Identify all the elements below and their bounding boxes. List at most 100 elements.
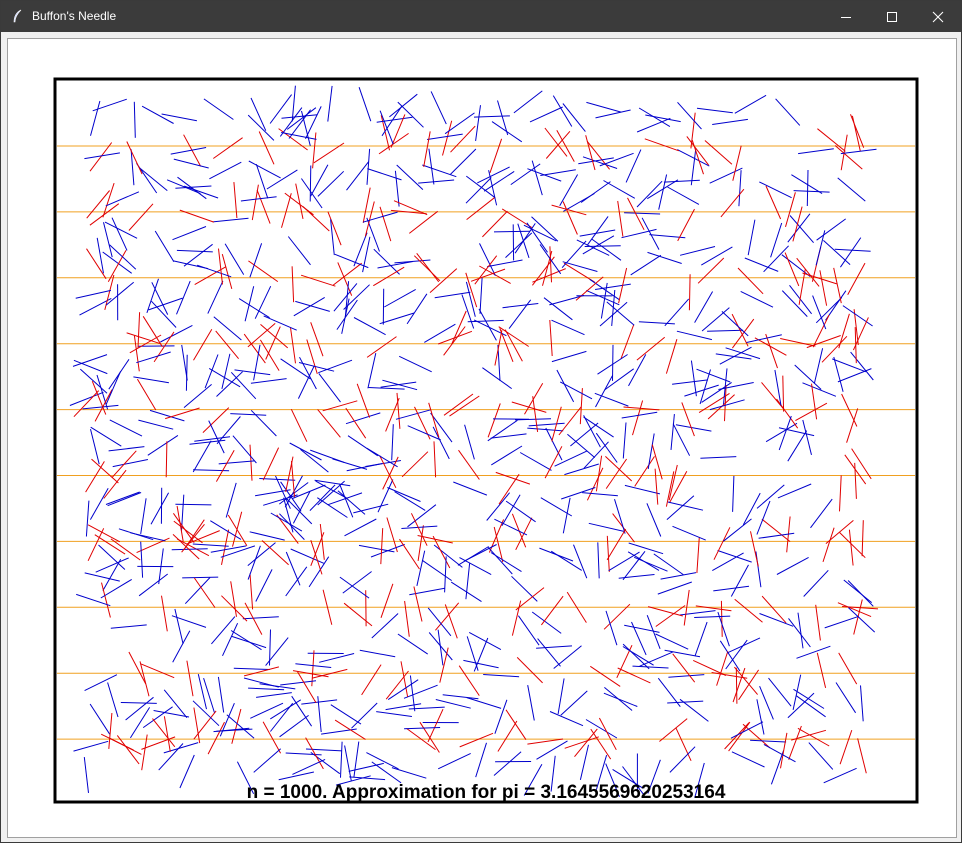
- needle: [104, 221, 138, 239]
- needle: [212, 217, 249, 223]
- needle-crossing: [140, 663, 175, 679]
- needle: [604, 368, 634, 391]
- needle: [669, 746, 696, 773]
- needle: [256, 692, 292, 698]
- needle: [464, 424, 475, 460]
- needle: [628, 542, 664, 555]
- needle-crossing: [343, 602, 373, 627]
- needle: [694, 291, 714, 323]
- needle: [140, 498, 147, 534]
- needle: [493, 230, 531, 233]
- needle-crossing: [86, 248, 107, 280]
- title-bar[interactable]: Buffon's Needle: [1, 1, 961, 32]
- needle-crossing: [672, 653, 696, 683]
- needle: [192, 700, 220, 727]
- needle: [564, 463, 599, 476]
- needle: [248, 160, 281, 179]
- needle-crossing: [327, 211, 342, 246]
- needle: [860, 685, 864, 722]
- needle: [184, 185, 219, 199]
- needle-crossing: [443, 393, 474, 416]
- needle-crossing: [549, 319, 553, 357]
- needle: [636, 117, 671, 133]
- needle: [358, 544, 395, 553]
- needle-crossing: [356, 383, 371, 418]
- needle: [90, 100, 101, 136]
- needle: [765, 422, 798, 443]
- minimize-button[interactable]: [823, 1, 869, 32]
- needle: [690, 360, 697, 397]
- needle: [597, 542, 600, 579]
- needle-crossing: [838, 652, 858, 685]
- needle: [562, 261, 598, 272]
- needle-crossing: [428, 402, 440, 438]
- needle-crossing: [366, 336, 397, 358]
- needle: [606, 301, 635, 326]
- needle: [291, 695, 313, 727]
- needle: [605, 610, 618, 646]
- needle-crossing: [290, 408, 308, 442]
- needle-crossing: [417, 525, 424, 561]
- needle-crossing: [495, 471, 531, 485]
- needle: [333, 283, 358, 312]
- close-button[interactable]: [915, 1, 961, 32]
- needle-crossing: [221, 253, 233, 290]
- needle: [105, 491, 140, 505]
- needle-crossing: [837, 602, 872, 618]
- needle: [614, 499, 626, 534]
- needle: [526, 222, 548, 253]
- needle: [562, 497, 571, 534]
- needle: [608, 551, 640, 572]
- window-title: Buffon's Needle: [32, 9, 117, 23]
- needle: [624, 484, 661, 495]
- needle-crossing: [816, 652, 827, 689]
- needle-crossing: [142, 316, 163, 348]
- needle: [193, 469, 230, 472]
- needle-crossing: [482, 210, 508, 238]
- needle-crossing: [798, 269, 806, 305]
- needle: [110, 624, 147, 629]
- needle-crossing: [780, 732, 788, 769]
- needle-crossing: [380, 528, 384, 565]
- feather-icon: [13, 9, 22, 23]
- needle-crossing: [278, 128, 308, 151]
- needle: [255, 489, 291, 497]
- needle: [203, 677, 215, 713]
- needle-crossing: [834, 145, 863, 170]
- needle: [732, 475, 735, 512]
- needle: [463, 659, 499, 669]
- needle: [734, 94, 767, 114]
- needle: [808, 742, 834, 770]
- needle: [403, 684, 438, 699]
- needle: [553, 645, 582, 669]
- needle: [730, 564, 749, 597]
- needle: [285, 752, 322, 756]
- needle: [367, 168, 402, 181]
- needle: [107, 492, 142, 507]
- needle-crossing: [128, 203, 154, 231]
- maximize-button[interactable]: [869, 1, 915, 32]
- needle: [473, 637, 489, 672]
- needle: [250, 409, 277, 437]
- needle-crossing: [334, 719, 366, 740]
- needle-crossing: [361, 664, 382, 696]
- needle: [387, 487, 421, 502]
- needle: [430, 91, 447, 125]
- needle-crossing: [153, 331, 175, 363]
- needle: [835, 682, 857, 714]
- needle: [108, 446, 145, 452]
- needle: [621, 411, 658, 419]
- needle: [232, 435, 257, 464]
- needle: [450, 148, 477, 175]
- needle: [75, 289, 112, 299]
- needle: [107, 682, 119, 718]
- needle-crossing: [681, 402, 695, 437]
- needle: [759, 613, 794, 627]
- needle: [391, 424, 394, 461]
- needle: [295, 300, 330, 312]
- needle-crossing: [605, 456, 633, 482]
- needle-crossing: [291, 460, 295, 497]
- needle: [358, 87, 372, 122]
- needle-crossing: [819, 270, 828, 306]
- needle-crossing: [697, 257, 725, 284]
